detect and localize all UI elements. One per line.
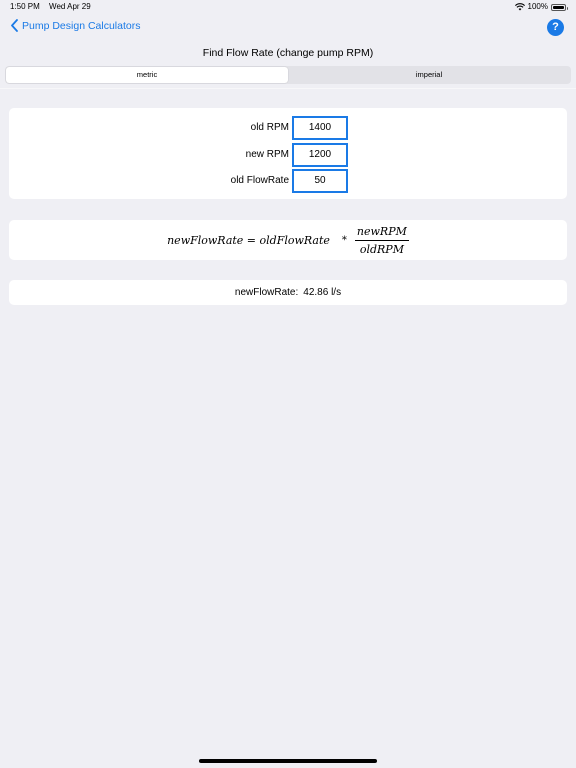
formula-operator: * — [341, 234, 347, 246]
formula-denominator: oldRPM — [359, 242, 404, 256]
result-label: newFlowRate: — [234, 287, 299, 298]
back-button-label: Pump Design Calculators — [22, 19, 141, 32]
navigation-bar: Pump Design Calculators ? — [0, 14, 576, 44]
new-rpm-field[interactable]: 1200 — [292, 143, 348, 167]
home-indicator[interactable] — [199, 759, 377, 763]
unit-segmented-control: metric imperial — [5, 66, 571, 84]
segment-metric[interactable]: metric — [6, 67, 288, 83]
status-time: 1:50 PM — [10, 2, 40, 11]
result-value: 42.86 l/s — [303, 287, 342, 298]
chevron-left-icon — [11, 19, 18, 32]
header-divider — [0, 88, 576, 89]
inputs-card: old RPM 1400 new RPM 1200 old FlowRate 5… — [9, 108, 567, 199]
formula-lhs: newFlowRate = oldFlowRate — [167, 233, 330, 247]
old-flowrate-label: old FlowRate — [230, 175, 289, 186]
back-button[interactable]: Pump Design Calculators — [11, 19, 140, 32]
input-row-old-rpm: old RPM 1400 — [9, 116, 567, 140]
formula-card: newFlowRate = oldFlowRate * newRPM oldRP… — [9, 220, 567, 260]
battery-icon — [551, 3, 568, 11]
formula-numerator: newRPM — [354, 225, 409, 241]
battery-percent: 100% — [527, 2, 548, 11]
old-rpm-label: old RPM — [250, 122, 289, 133]
segment-imperial[interactable]: imperial — [288, 67, 570, 83]
formula-fraction: newRPM oldRPM — [354, 225, 409, 256]
input-row-new-rpm: new RPM 1200 — [9, 143, 567, 167]
wifi-icon — [514, 3, 525, 11]
page-title: Find Flow Rate (change pump RPM) — [202, 47, 374, 59]
input-row-old-flowrate: old FlowRate 50 — [9, 169, 567, 193]
old-rpm-field[interactable]: 1400 — [292, 116, 348, 140]
status-left: 1:50 PM Wed Apr 29 — [10, 0, 98, 14]
help-button[interactable]: ? — [547, 19, 564, 36]
status-bar: 1:50 PM Wed Apr 29 100% — [0, 0, 576, 14]
formula: newFlowRate = oldFlowRate * newRPM oldRP… — [9, 220, 567, 260]
status-right: 100% — [514, 0, 568, 14]
result-card: newFlowRate: 42.86 l/s — [9, 280, 567, 305]
new-rpm-label: new RPM — [245, 149, 289, 160]
status-date: Wed Apr 29 — [49, 2, 91, 11]
old-flowrate-field[interactable]: 50 — [292, 169, 348, 193]
result: newFlowRate: 42.86 l/s — [9, 280, 567, 305]
